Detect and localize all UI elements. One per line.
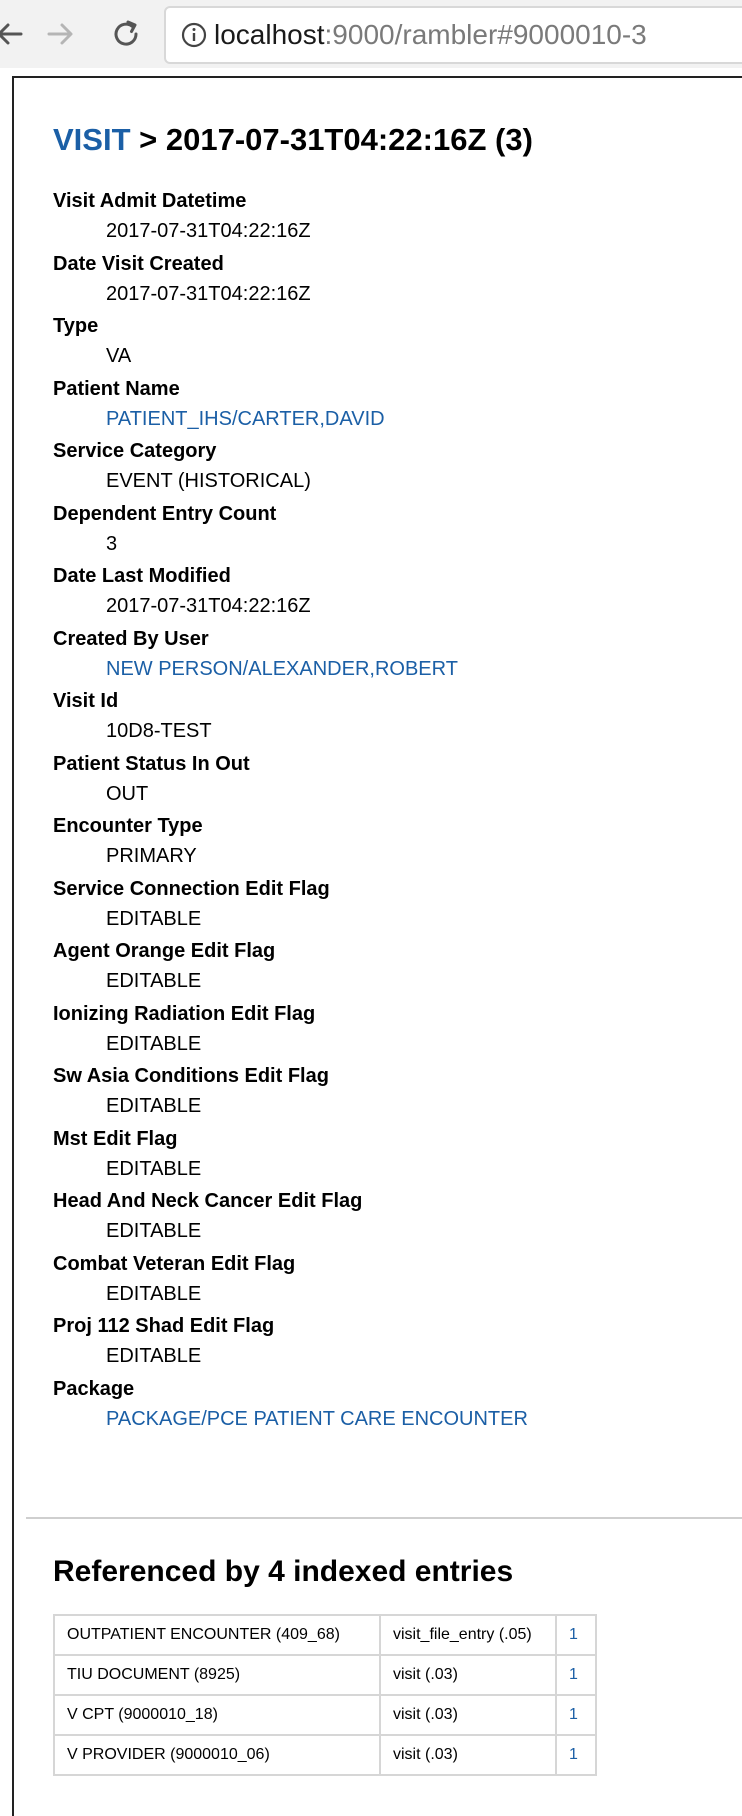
field-row: Package PACKAGE/PCE PATIENT CARE ENCOUNTE… <box>53 1374 713 1437</box>
field-label: Date Last Modified <box>53 565 231 587</box>
ref-file-cell: TIU DOCUMENT (8925) <box>53 1654 381 1696</box>
field-value: 2017-07-31T04:22:16Z <box>106 282 311 305</box>
field-value-link[interactable]: PACKAGE/PCE PATIENT CARE ENCOUNTER <box>53 1404 713 1434</box>
field-row: Patient Name PATIENT_IHS/CARTER,DAVID <box>53 374 713 437</box>
field-label: Package <box>53 1377 135 1400</box>
ref-file-cell: V CPT (9000010_18) <box>53 1694 381 1736</box>
field-row: Patient Status In Out OUT <box>53 749 713 812</box>
field-label: Type <box>53 315 99 337</box>
breadcrumb-visit-link[interactable]: VISIT <box>53 122 131 157</box>
field-list: Visit Admit Datetime 2017-07-31T04:22:16Z… <box>53 186 713 1436</box>
field-value: EVENT (HISTORICAL) <box>106 470 311 492</box>
field-label: Visit Admit Datetime <box>53 190 247 212</box>
field-value: OUT <box>106 782 149 805</box>
ref-field-cell: visit (.03) <box>379 1694 557 1736</box>
field-row: Head And Neck Cancer Edit Flag EDITABLE <box>53 1186 713 1249</box>
field-label: Head And Neck Cancer Edit Flag <box>53 1190 363 1212</box>
url-path: :9000/rambler#9000010-3 <box>324 19 647 50</box>
field-label: Dependent Entry Count <box>53 502 277 525</box>
references-heading: Referenced by 4 indexed entries <box>53 1555 514 1588</box>
field-value: EDITABLE <box>106 1032 202 1055</box>
ref-file-cell: V PROVIDER (9000010_06) <box>53 1734 381 1776</box>
field-value: EDITABLE <box>106 1345 202 1367</box>
ref-count-link[interactable]: 1 <box>555 1694 597 1736</box>
forward-arrow-icon <box>47 23 73 45</box>
table-row: V PROVIDER (9000010_06) visit (.03) 1 <box>53 1734 597 1776</box>
reload-icon <box>114 20 138 46</box>
field-row: Service Category EVENT (HISTORICAL) <box>53 436 713 499</box>
info-icon[interactable] <box>174 22 214 48</box>
ref-count-link[interactable]: 1 <box>555 1614 597 1656</box>
field-label: Patient Name <box>53 377 180 400</box>
field-label: Service Connection Edit Flag <box>53 877 330 900</box>
field-value: 2017-07-31T04:22:16Z <box>106 595 311 617</box>
ref-count-link[interactable]: 1 <box>555 1734 597 1776</box>
field-row: Mst Edit Flag EDITABLE <box>53 1124 713 1187</box>
field-row: Proj 112 Shad Edit Flag EDITABLE <box>53 1311 713 1374</box>
field-value: EDITABLE <box>106 1282 202 1305</box>
field-label: Mst Edit Flag <box>53 1127 178 1150</box>
field-value: EDITABLE <box>106 970 202 992</box>
field-label: Service Category <box>53 440 217 462</box>
url-host: localhost <box>214 19 325 50</box>
back-arrow-icon <box>0 23 23 45</box>
field-value: PRIMARY <box>106 845 197 867</box>
field-label: Encounter Type <box>53 815 203 837</box>
page-title: VISIT > 2017-07-31T04:22:16Z (3) <box>53 120 533 160</box>
field-row: Visit Id 10D8-TEST <box>53 686 713 749</box>
field-row: Combat Veteran Edit Flag EDITABLE <box>53 1249 713 1312</box>
field-label: Agent Orange Edit Flag <box>53 940 276 962</box>
field-label: Patient Status In Out <box>53 752 250 775</box>
field-row: Agent Orange Edit Flag EDITABLE <box>53 936 713 999</box>
address-bar[interactable]: localhost:9000/rambler#9000010-3 <box>164 6 742 64</box>
reload-button[interactable] <box>106 10 146 58</box>
table-row: V CPT (9000010_18) visit (.03) 1 <box>53 1694 597 1736</box>
breadcrumb-current: 2017-07-31T04:22:16Z (3) <box>165 122 533 157</box>
field-row: Sw Asia Conditions Edit Flag EDITABLE <box>53 1061 713 1124</box>
field-label: Proj 112 Shad Edit Flag <box>53 1315 275 1337</box>
field-value: EDITABLE <box>106 1157 202 1180</box>
ref-file-cell: OUTPATIENT ENCOUNTER (409_68) <box>53 1614 381 1656</box>
field-value: VA <box>106 345 132 367</box>
field-label: Ionizing Radiation Edit Flag <box>53 1002 316 1025</box>
field-row: Date Last Modified 2017-07-31T04:22:16Z <box>53 561 713 624</box>
forward-button[interactable] <box>40 10 80 58</box>
field-value: EDITABLE <box>106 907 202 930</box>
breadcrumb-separator: > <box>130 122 166 157</box>
field-row: Service Connection Edit Flag EDITABLE <box>53 874 713 937</box>
field-value: EDITABLE <box>106 1095 202 1117</box>
ref-field-cell: visit (.03) <box>379 1734 557 1776</box>
section-divider <box>26 1517 742 1519</box>
field-value: EDITABLE <box>106 1220 202 1242</box>
field-value-link[interactable]: PATIENT_IHS/CARTER,DAVID <box>53 404 713 434</box>
ref-field-cell: visit_file_entry (.05) <box>379 1614 557 1656</box>
field-label: Sw Asia Conditions Edit Flag <box>53 1065 329 1087</box>
field-value-link[interactable]: NEW PERSON/ALEXANDER,ROBERT <box>53 654 713 684</box>
table-row: TIU DOCUMENT (8925) visit (.03) 1 <box>53 1654 597 1696</box>
field-label: Visit Id <box>53 690 119 712</box>
field-label: Date Visit Created <box>53 252 224 275</box>
back-button[interactable] <box>0 10 30 58</box>
field-row: Created By User NEW PERSON/ALEXANDER,ROBE… <box>53 624 713 687</box>
field-label: Combat Veteran Edit Flag <box>53 1252 296 1275</box>
ref-count-link[interactable]: 1 <box>555 1654 597 1696</box>
field-label: Created By User <box>53 627 209 650</box>
field-value: 10D8-TEST <box>106 720 212 742</box>
browser-toolbar: localhost:9000/rambler#9000010-3 <box>0 0 742 68</box>
field-row: Date Visit Created 2017-07-31T04:22:16Z <box>53 249 713 312</box>
field-row: Type VA <box>53 311 713 374</box>
field-row: Dependent Entry Count 3 <box>53 499 713 562</box>
field-row: Visit Admit Datetime 2017-07-31T04:22:16Z <box>53 186 713 249</box>
ref-field-cell: visit (.03) <box>379 1654 557 1696</box>
field-value: 3 <box>106 532 118 555</box>
field-row: Ionizing Radiation Edit Flag EDITABLE <box>53 999 713 1062</box>
references-table: OUTPATIENT ENCOUNTER (409_68) visit_file_… <box>53 1614 597 1776</box>
table-row: OUTPATIENT ENCOUNTER (409_68) visit_file_… <box>53 1614 597 1656</box>
field-value: 2017-07-31T04:22:16Z <box>106 220 311 242</box>
field-row: Encounter Type PRIMARY <box>53 811 713 874</box>
